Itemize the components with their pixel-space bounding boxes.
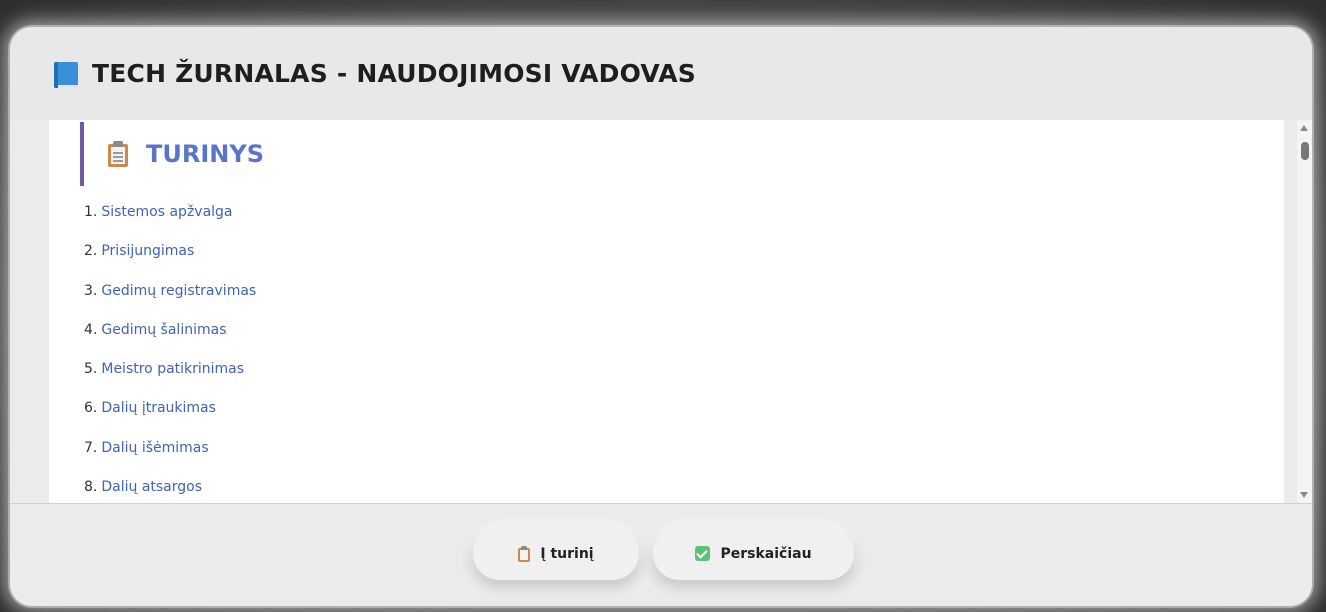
- toc-link-fault-fixing[interactable]: Gedimų šalinimas: [101, 322, 226, 338]
- toc-item-number: 8.: [84, 479, 98, 496]
- to-toc-button-label: Į turinį: [540, 545, 594, 562]
- toc-link-parts-remove[interactable]: Dalių išėmimas: [101, 440, 208, 456]
- scroll-thumb[interactable]: [1301, 142, 1309, 160]
- toc-item-number: 2.: [84, 243, 98, 260]
- guide-content[interactable]: TURINYS 1. Sistemos apžvalga 2. Prisijungi…: [49, 120, 1284, 503]
- mark-read-button[interactable]: Perskaičiau: [653, 527, 854, 580]
- toc-item: 5. Meistro patikrinimas: [84, 361, 256, 400]
- section-heading: TURINYS: [80, 122, 680, 186]
- clipboard-icon: [518, 545, 531, 562]
- modal-header: TECH ŽURNALAS - NAUDOJIMOSI VADOVAS: [10, 27, 1312, 120]
- vertical-scrollbar[interactable]: [1297, 120, 1312, 503]
- to-toc-button[interactable]: Į turinį: [473, 527, 639, 580]
- scroll-down-arrow-icon[interactable]: [1300, 492, 1308, 498]
- table-of-contents: 1. Sistemos apžvalga 2. Prisijungimas 3. Ge…: [84, 204, 256, 503]
- checkmark-icon: [695, 546, 711, 561]
- toc-link-fault-registration[interactable]: Gedimų registravimas: [101, 283, 256, 299]
- toc-item-number: 1.: [84, 204, 98, 220]
- toc-item: 7. Dalių išėmimas: [84, 440, 256, 479]
- modal-footer: Į turinį Perskaičiau: [10, 504, 1312, 606]
- toc-link-system-overview[interactable]: Sistemos apžvalga: [101, 204, 232, 220]
- toc-item: 2. Prisijungimas: [84, 243, 256, 282]
- section-title: TURINYS: [146, 140, 265, 168]
- toc-item-number: 5.: [84, 361, 98, 378]
- toc-link-login[interactable]: Prisijungimas: [101, 243, 194, 259]
- toc-item: 6. Dalių įtraukimas: [84, 400, 256, 439]
- toc-link-parts-stock[interactable]: Dalių atsargos: [101, 479, 202, 495]
- toc-link-master-check[interactable]: Meistro patikrinimas: [101, 361, 244, 377]
- mark-read-button-label: Perskaičiau: [720, 545, 812, 562]
- toc-item: 1. Sistemos apžvalga: [84, 204, 256, 243]
- book-icon: [54, 61, 78, 88]
- toc-item: 3. Gedimų registravimas: [84, 283, 256, 322]
- user-guide-modal: TECH ŽURNALAS - NAUDOJIMOSI VADOVAS TURI…: [10, 27, 1312, 606]
- clipboard-icon: [108, 141, 128, 167]
- scroll-up-arrow-icon[interactable]: [1300, 125, 1308, 131]
- toc-item-number: 3.: [84, 282, 98, 299]
- toc-item-number: 4.: [84, 321, 98, 338]
- toc-link-parts-add[interactable]: Dalių įtraukimas: [101, 400, 216, 416]
- content-area: TURINYS 1. Sistemos apžvalga 2. Prisijungi…: [49, 120, 1312, 503]
- toc-item: 8. Dalių atsargos: [84, 479, 256, 503]
- modal-title: TECH ŽURNALAS - NAUDOJIMOSI VADOVAS: [92, 59, 697, 88]
- toc-item-number: 6.: [84, 400, 98, 417]
- toc-item: 4. Gedimų šalinimas: [84, 322, 256, 361]
- toc-item-number: 7.: [84, 439, 98, 456]
